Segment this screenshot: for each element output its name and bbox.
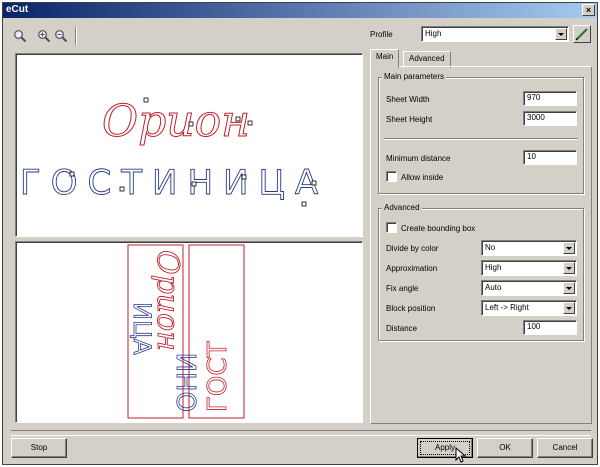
nesting-preview[interactable]: Орион ИЦА ГОСТ ОНИ xyxy=(15,241,363,423)
chevron-down-icon xyxy=(555,28,567,40)
zoom-icon[interactable] xyxy=(13,29,27,43)
nesting-drawing: Орион ИЦА ГОСТ ОНИ xyxy=(127,244,245,419)
block-position-label: Block position xyxy=(386,304,436,313)
sheet-height-label: Sheet Height xyxy=(386,115,433,124)
divide-by-color-select[interactable]: No xyxy=(481,240,577,256)
profile-select[interactable]: High xyxy=(421,26,569,42)
edit-profile-button[interactable] xyxy=(573,25,591,43)
toolbar-separator xyxy=(75,27,77,45)
close-button[interactable]: × xyxy=(582,4,595,16)
minimum-distance-field[interactable]: 10 xyxy=(523,150,577,165)
separator xyxy=(384,138,578,140)
ecut-window: eCut × Орион ГОСТИНИЦА Орион ИЦА ГОСТ ОН… xyxy=(2,2,598,465)
svg-text:ГОСТ: ГОСТ xyxy=(203,342,233,412)
minimum-distance-label: Minimum distance xyxy=(386,154,451,163)
create-bounding-box-label: Create bounding box xyxy=(401,224,476,233)
chevron-down-icon xyxy=(563,302,575,314)
block-position-select[interactable]: Left -> Right xyxy=(481,300,577,316)
sheet-width-label: Sheet Width xyxy=(386,95,430,104)
fix-angle-label: Fix angle xyxy=(386,284,419,293)
cancel-button[interactable]: Cancel xyxy=(537,438,593,458)
chevron-down-icon xyxy=(563,242,575,254)
chevron-down-icon xyxy=(563,262,575,274)
distance-field[interactable]: 100 xyxy=(523,320,577,335)
advanced-title: Advanced xyxy=(382,203,422,212)
main-parameters-title: Main parameters xyxy=(382,72,447,81)
svg-text:ИЦА: ИЦА xyxy=(128,302,156,356)
close-icon: × xyxy=(585,5,592,15)
nested-word-gostinitsa-1: ИЦА xyxy=(128,302,157,356)
zoom-in-icon[interactable] xyxy=(37,29,51,43)
ok-button[interactable]: OK xyxy=(477,438,533,458)
divide-by-color-label: Divide by color xyxy=(386,244,439,253)
stop-button[interactable]: Stop xyxy=(11,438,67,458)
pencil-icon xyxy=(575,28,588,41)
title-bar[interactable]: eCut × xyxy=(3,3,597,18)
zoom-out-icon[interactable] xyxy=(54,29,68,43)
allow-inside-checkbox[interactable] xyxy=(386,171,397,182)
tab-panel-main: Main parameters Sheet Width 970 Sheet He… xyxy=(370,66,592,424)
approximation-label: Approximation xyxy=(386,264,438,273)
window-title: eCut xyxy=(6,4,29,15)
svg-text:ОНИ: ОНИ xyxy=(173,353,203,412)
profile-value: High xyxy=(425,29,442,38)
source-preview[interactable]: Орион ГОСТИНИЦА xyxy=(15,53,363,237)
status-bar xyxy=(11,430,591,436)
create-bounding-box-checkbox[interactable] xyxy=(386,222,397,233)
tab-main[interactable]: Main xyxy=(370,49,400,68)
nested-word-gostinitsa-2: ГОСТ ОНИ xyxy=(173,341,234,412)
allow-inside-label: Allow inside xyxy=(401,173,444,182)
mouse-cursor-icon xyxy=(455,447,467,463)
sheet-width-field[interactable]: 970 xyxy=(523,91,577,106)
fix-angle-select[interactable]: Auto xyxy=(481,280,577,296)
source-drawing: Орион ГОСТИНИЦА xyxy=(20,96,328,207)
approximation-select[interactable]: High xyxy=(481,260,577,276)
word-orion: Орион xyxy=(102,96,250,147)
chevron-down-icon xyxy=(563,282,575,294)
sheet-height-field[interactable]: 3000 xyxy=(523,111,577,126)
word-gostinitsa: ГОСТИНИЦА xyxy=(20,163,328,203)
distance-label: Distance xyxy=(386,324,418,333)
profile-label: Profile xyxy=(370,30,393,39)
